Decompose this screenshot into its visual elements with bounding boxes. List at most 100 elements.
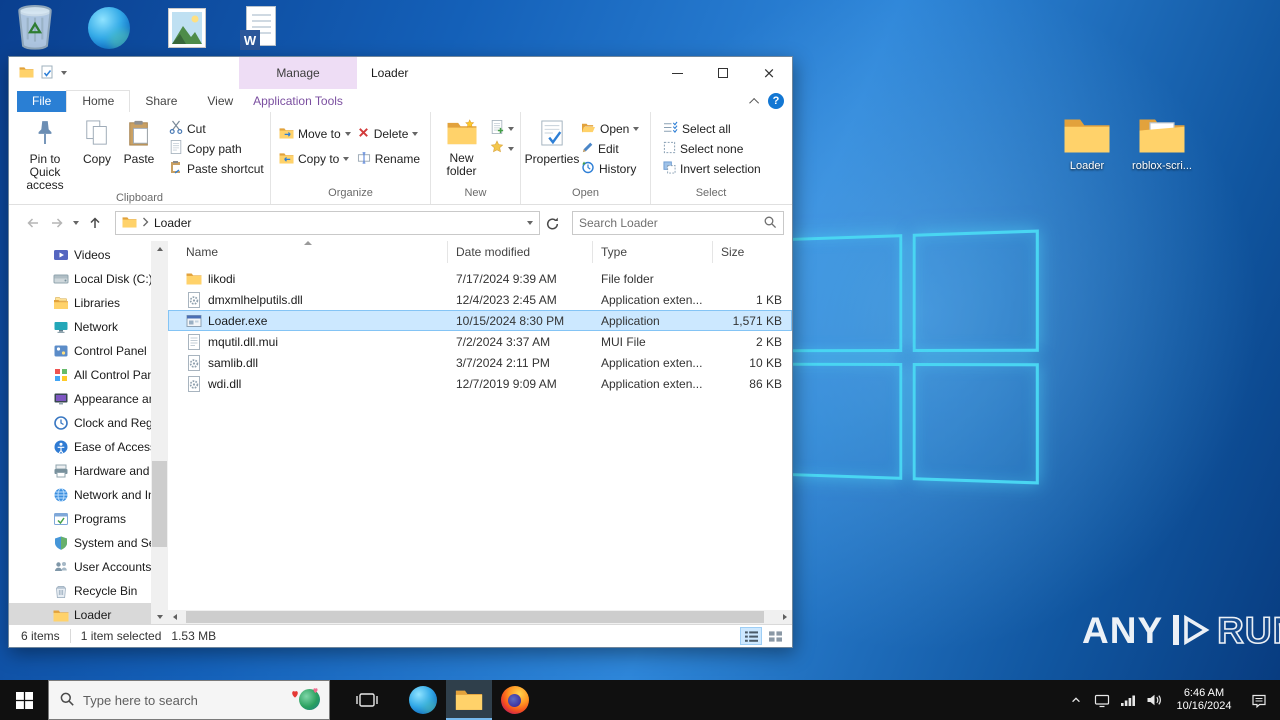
scroll-thumb[interactable] xyxy=(186,611,764,623)
back-button[interactable] xyxy=(21,215,45,231)
file-row-samlib[interactable]: samlib.dll 3/7/2024 2:11 PM Application … xyxy=(168,352,792,373)
edit-button[interactable]: Edit xyxy=(578,139,642,158)
task-view-button[interactable] xyxy=(344,680,390,720)
minimize-button[interactable] xyxy=(654,57,700,89)
tab-share[interactable]: Share xyxy=(130,91,192,112)
desktop-icon-recycle-bin[interactable] xyxy=(14,4,56,53)
taskbar-clock[interactable]: 6:46 AM 10/16/2024 xyxy=(1168,687,1240,713)
sidebar-item-control-panel[interactable]: Control Panel xyxy=(9,339,151,363)
maximize-button[interactable] xyxy=(700,57,746,89)
sidebar-item-recycle-bin[interactable]: Recycle Bin xyxy=(9,579,151,603)
history-button[interactable]: History xyxy=(578,159,642,178)
column-header-type[interactable]: Type xyxy=(593,241,713,263)
new-folder-button[interactable]: New folder xyxy=(436,115,487,187)
display-tray-icon[interactable] xyxy=(1090,680,1114,720)
copy-path-button[interactable]: Copy path xyxy=(166,139,267,158)
sidebar-item-loader[interactable]: Loader xyxy=(9,603,151,624)
taskbar-search-input[interactable] xyxy=(83,693,281,708)
copy-to-button[interactable]: Copy to xyxy=(276,149,354,168)
open-button[interactable]: Open xyxy=(578,119,642,138)
sidebar-item-appearance[interactable]: Appearance and Personalization xyxy=(9,387,151,411)
paste-button[interactable]: Paste xyxy=(118,115,160,192)
select-none-button[interactable]: Select none xyxy=(660,139,764,158)
recent-locations-chevron-icon[interactable] xyxy=(69,221,83,225)
address-dropdown-icon[interactable] xyxy=(527,221,533,225)
rename-button[interactable]: Rename xyxy=(354,149,427,168)
scroll-track[interactable] xyxy=(182,610,778,624)
help-button[interactable]: ? xyxy=(768,93,784,109)
cut-button[interactable]: Cut xyxy=(166,119,267,138)
taskbar-file-explorer-button[interactable] xyxy=(446,680,492,720)
select-all-button[interactable]: Select all xyxy=(660,119,764,138)
desktop-icon-loader-folder[interactable]: Loader xyxy=(1059,112,1115,172)
sidebar-item-local-disk[interactable]: Local Disk (C:) xyxy=(9,267,151,291)
invert-selection-button[interactable]: Invert selection xyxy=(660,159,764,178)
volume-tray-icon[interactable] xyxy=(1142,680,1166,720)
new-item-button[interactable] xyxy=(487,119,517,138)
paste-shortcut-button[interactable]: Paste shortcut xyxy=(166,159,267,178)
pin-to-quick-access-button[interactable]: Pin to Quick access xyxy=(14,115,76,192)
thumbnails-view-button[interactable] xyxy=(764,627,786,645)
sidebar-item-user-accounts[interactable]: User Accounts xyxy=(9,555,151,579)
sidebar-item-programs[interactable]: Programs xyxy=(9,507,151,531)
explorer-search-box[interactable] xyxy=(572,211,784,235)
tab-home[interactable]: Home xyxy=(66,90,130,112)
sidebar-item-ease-of-access[interactable]: Ease of Access xyxy=(9,435,151,459)
taskbar-firefox-button[interactable] xyxy=(492,680,538,720)
search-highlights-icon[interactable] xyxy=(289,686,323,714)
scroll-down-arrow[interactable] xyxy=(151,609,168,624)
sidebar-item-videos[interactable]: Videos xyxy=(9,243,151,267)
details-view-button[interactable] xyxy=(740,627,762,645)
sidebar-item-system-and-security[interactable]: System and Security xyxy=(9,531,151,555)
tab-file[interactable]: File xyxy=(17,91,66,112)
scroll-thumb[interactable] xyxy=(152,461,167,547)
file-row-likodi[interactable]: likodi 7/17/2024 9:39 AM File folder xyxy=(168,268,792,289)
minimize-ribbon-icon[interactable] xyxy=(749,97,759,107)
desktop-icon-roblox-folder[interactable]: roblox-scri... xyxy=(1132,112,1192,172)
column-header-size[interactable]: Size xyxy=(713,241,792,263)
taskbar-edge-button[interactable] xyxy=(400,680,446,720)
properties-button[interactable]: Properties xyxy=(526,115,578,187)
sidebar-item-network[interactable]: Network xyxy=(9,315,151,339)
file-row-loader-exe[interactable]: Loader.exe 10/15/2024 8:30 PM Applicatio… xyxy=(168,310,792,331)
sidebar-scrollbar[interactable] xyxy=(151,241,168,624)
forward-button[interactable] xyxy=(45,215,69,231)
address-breadcrumb[interactable]: Loader xyxy=(115,211,540,235)
scroll-track[interactable] xyxy=(151,256,168,609)
properties-shortcut-icon[interactable] xyxy=(41,65,54,82)
scroll-up-arrow[interactable] xyxy=(151,241,168,256)
file-row-mqutil[interactable]: mqutil.dll.mui 7/2/2024 3:37 AM MUI File… xyxy=(168,331,792,352)
action-center-button[interactable] xyxy=(1242,680,1276,720)
file-row-dmxmlhelputils[interactable]: dmxmlhelputils.dll 12/4/2023 2:45 AM App… xyxy=(168,289,792,310)
sidebar-item-all-control-panel-items[interactable]: All Control Panel Items xyxy=(9,363,151,387)
copy-button[interactable]: Copy xyxy=(76,115,118,192)
sidebar-item-network-and-internet[interactable]: Network and Internet xyxy=(9,483,151,507)
breadcrumb-path[interactable]: Loader xyxy=(154,216,191,230)
close-button[interactable]: × xyxy=(746,57,792,89)
sidebar-item-hardware-and-sound[interactable]: Hardware and Sound xyxy=(9,459,151,483)
desktop-icon-photo[interactable] xyxy=(168,8,206,48)
up-button[interactable] xyxy=(83,215,107,231)
column-header-name[interactable]: Name xyxy=(168,241,448,263)
sidebar-item-libraries[interactable]: Libraries xyxy=(9,291,151,315)
titlebar[interactable]: Manage Loader × xyxy=(9,57,792,89)
desktop-icon-edge[interactable] xyxy=(88,7,130,49)
scroll-left-arrow[interactable] xyxy=(168,614,182,620)
tab-application-tools[interactable]: Application Tools xyxy=(239,94,357,108)
delete-button[interactable]: Delete xyxy=(354,124,427,143)
horizontal-scrollbar[interactable] xyxy=(168,610,792,624)
column-header-date-modified[interactable]: Date modified xyxy=(448,241,593,263)
qat-customize-chevron-icon[interactable] xyxy=(61,71,67,75)
search-icon[interactable] xyxy=(763,215,777,232)
scroll-right-arrow[interactable] xyxy=(778,614,792,620)
network-tray-icon[interactable] xyxy=(1116,680,1140,720)
hidden-icons-chevron[interactable] xyxy=(1064,680,1088,720)
file-row-wdi[interactable]: wdi.dll 12/7/2019 9:09 AM Application ex… xyxy=(168,373,792,394)
sidebar-item-clock-and-region[interactable]: Clock and Region xyxy=(9,411,151,435)
move-to-button[interactable]: Move to xyxy=(276,124,354,143)
desktop-icon-word-doc[interactable]: W xyxy=(240,6,276,50)
start-button[interactable] xyxy=(0,680,48,720)
taskbar-search-box[interactable] xyxy=(48,680,330,720)
explorer-search-input[interactable] xyxy=(579,216,759,230)
easy-access-button[interactable] xyxy=(487,139,517,158)
